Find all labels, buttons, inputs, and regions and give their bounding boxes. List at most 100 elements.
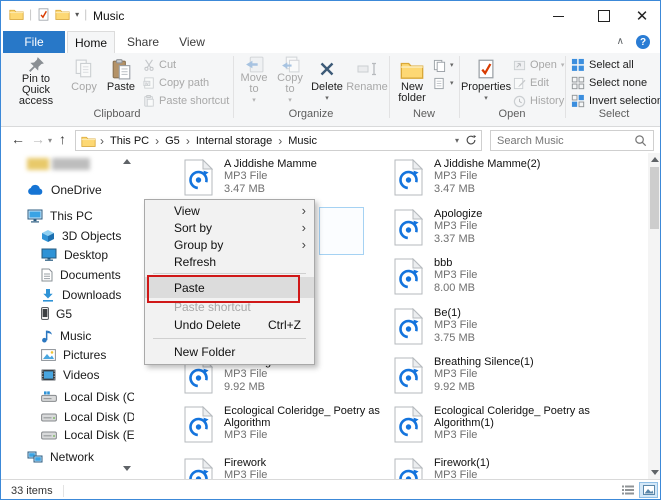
new-item-button[interactable]: ▾ <box>433 57 454 73</box>
sidebar-item-desktop[interactable]: Desktop <box>41 245 134 264</box>
back-icon[interactable]: ← <box>11 131 25 147</box>
location-folder-icon <box>81 135 96 147</box>
sidebar-item-local-disk-c[interactable]: Local Disk (C:) <box>41 387 134 406</box>
sidebar-item-label: Network <box>50 450 94 464</box>
redacted-quick-access <box>27 158 90 170</box>
details-view-button[interactable] <box>618 482 637 498</box>
context-menu-item-new-folder[interactable]: New Folder <box>145 342 314 362</box>
sidebar-item-videos[interactable]: Videos <box>41 365 134 384</box>
tab-file[interactable]: File <box>3 31 65 53</box>
new-folder-button[interactable]: New folder <box>393 55 431 105</box>
menu-item-label: View <box>174 204 200 218</box>
mp3-file-icon <box>394 308 423 345</box>
invert-selection-button[interactable]: Invert selection <box>571 93 661 109</box>
cut-button[interactable]: Cut <box>143 57 176 73</box>
recent-locations-icon[interactable]: ▾ <box>48 136 52 145</box>
qat-dropdown-icon[interactable]: ▾ <box>75 10 79 19</box>
copy-to-button[interactable]: Copy to▾ <box>273 55 307 105</box>
move-to-button[interactable]: Move to▾ <box>237 55 271 105</box>
tab-share[interactable]: Share <box>119 31 167 53</box>
context-menu-item-group-by[interactable]: Group by› <box>145 236 314 253</box>
breadcrumb-segment-g5[interactable]: G5 <box>163 135 182 147</box>
properties-icon <box>476 59 496 79</box>
search-input[interactable]: Search Music <box>490 130 654 151</box>
context-menu-item-undo-delete[interactable]: Undo DeleteCtrl+Z <box>145 315 314 335</box>
sidebar-item-network[interactable]: Network <box>27 447 134 466</box>
minimize-button[interactable] <box>541 1 575 31</box>
sidebar-scroll-up[interactable] <box>120 154 133 168</box>
paste-button[interactable]: Paste <box>103 55 139 105</box>
up-icon[interactable]: ↑ <box>59 131 66 147</box>
close-button[interactable]: ✕ <box>625 1 659 31</box>
sidebar-item-local-disk-e[interactable]: Local Disk (E:) <box>41 425 134 444</box>
pin-to-quick-access-button[interactable]: Pin to Quick access <box>7 55 65 105</box>
mp3-file-icon <box>394 159 423 196</box>
sidebar-item-downloads[interactable]: Downloads <box>41 285 134 304</box>
address-bar[interactable]: ›This PC›G5›Internal storage›Music ▾ <box>75 130 482 151</box>
sidebar-item-onedrive[interactable]: OneDrive <box>27 180 134 199</box>
history-button[interactable]: History <box>513 93 564 109</box>
sidebar-item-3d-objects[interactable]: 3D Objects <box>41 226 134 245</box>
sidebar-item-documents[interactable]: Documents <box>41 265 134 284</box>
scroll-down-arrow[interactable] <box>648 466 661 479</box>
tab-home[interactable]: Home <box>67 31 115 53</box>
search-icon[interactable] <box>634 134 647 147</box>
rename-button[interactable]: Rename <box>347 55 387 105</box>
address-dropdown-icon[interactable]: ▾ <box>455 136 459 145</box>
select-none-button[interactable]: Select none <box>571 75 647 91</box>
breadcrumb-segment-internal-storage[interactable]: Internal storage <box>194 135 274 147</box>
menu-item-label: Refresh <box>174 255 216 269</box>
sidebar-item-music[interactable]: Music <box>41 326 134 345</box>
properties-button[interactable]: Properties▾ <box>463 55 509 105</box>
context-menu-item-view[interactable]: View› <box>145 202 314 219</box>
file-list-scrollbar[interactable] <box>648 153 661 479</box>
edit-button[interactable]: Edit <box>513 75 549 91</box>
sidebar-item-local-disk-d[interactable]: Local Disk (D:) <box>41 407 134 426</box>
scrollbar-thumb[interactable] <box>650 167 659 229</box>
video-icon <box>41 369 56 381</box>
dropdown-arrow-icon: ▾ <box>484 93 488 104</box>
details-view-icon <box>622 485 634 495</box>
forward-icon[interactable]: → <box>31 131 45 147</box>
menu-item-label: Group by <box>174 238 223 252</box>
context-menu-item-sort-by[interactable]: Sort by› <box>145 219 314 236</box>
sidebar-item-g5[interactable]: G5 <box>41 304 134 323</box>
file-type: MP3 File <box>434 170 606 183</box>
new-folder-quick-icon[interactable] <box>55 8 70 20</box>
thumbnail-view-button[interactable] <box>639 482 658 498</box>
select-all-button[interactable]: Select all <box>571 57 634 73</box>
quick-access-toolbar: | ▾ | <box>9 7 87 21</box>
tab-view[interactable]: View <box>171 31 213 53</box>
sidebar-item-label: This PC <box>50 209 93 223</box>
sidebar-item-pictures[interactable]: Pictures <box>41 345 134 364</box>
sidebar-scroll-down[interactable] <box>120 461 133 475</box>
group-label-open: Open <box>463 108 561 122</box>
file-size: 9.92 MB <box>224 381 396 394</box>
refresh-icon[interactable] <box>465 134 477 146</box>
breadcrumb-separator-icon: › <box>274 134 286 148</box>
group-label-select: Select <box>567 108 661 122</box>
scroll-up-arrow[interactable] <box>648 153 661 166</box>
file-name: Be(1) <box>434 307 606 319</box>
breadcrumb-segment-music[interactable]: Music <box>286 135 319 147</box>
sidebar-item-label: Local Disk (D:) <box>64 410 134 424</box>
sidebar-item-label: Downloads <box>62 288 121 302</box>
properties-quick-icon[interactable] <box>37 8 50 21</box>
copy-path-button[interactable]: Copy path <box>143 75 209 91</box>
open-button[interactable]: Open▾ <box>513 57 564 73</box>
window-title: Music <box>93 9 124 23</box>
breadcrumb-segment-this-pc[interactable]: This PC <box>108 135 151 147</box>
easy-access-button[interactable]: ▾ <box>433 75 454 91</box>
sidebar-item-this-pc[interactable]: This PC <box>27 206 134 225</box>
sidebar-item-redacted[interactable] <box>27 154 134 173</box>
delete-button[interactable]: Delete▾ <box>309 55 345 105</box>
help-icon[interactable]: ? <box>636 35 650 49</box>
paste-shortcut-button[interactable]: Paste shortcut <box>143 93 229 109</box>
copy-button[interactable]: Copy <box>67 55 101 105</box>
file-name: A Jiddishe Mamme(2) <box>434 158 606 170</box>
file-size: 3.47 MB <box>434 183 606 196</box>
dropdown-arrow-icon: ▾ <box>561 61 565 69</box>
maximize-button[interactable] <box>587 1 621 31</box>
minimize-ribbon-icon[interactable]: ∧ <box>617 36 624 47</box>
context-menu-item-refresh[interactable]: Refresh <box>145 253 314 270</box>
